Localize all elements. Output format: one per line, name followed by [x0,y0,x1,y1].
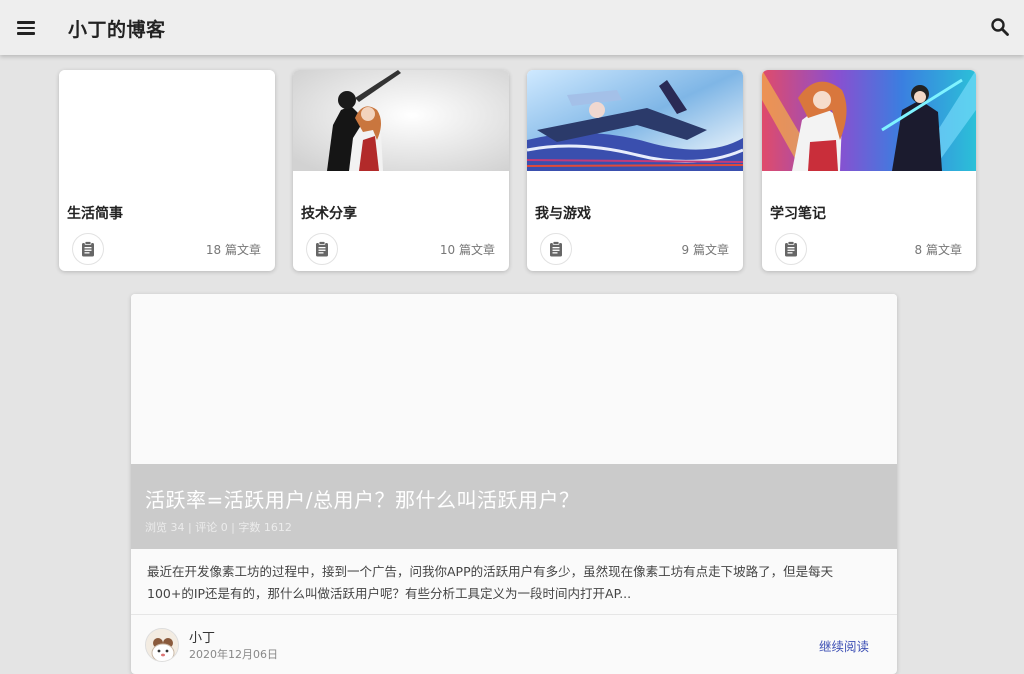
category-count: 9 篇文章 [681,243,729,257]
category-count: 10 篇文章 [439,243,495,257]
category-cover-image [527,70,743,171]
category-name: 学习笔记 [770,206,826,222]
divider [131,614,897,615]
menu-icon[interactable] [17,17,39,39]
category-card-games[interactable]: 我与游戏 9 篇文章 [527,70,743,271]
category-card-tech[interactable]: 技术分享 10 篇文章 [293,70,509,271]
category-name: 我与游戏 [535,206,591,222]
category-card-life[interactable]: 生活简事 18 篇文章 [59,70,275,271]
category-count: 8 篇文章 [914,243,962,257]
category-cover-image [293,70,509,171]
category-card-notes[interactable]: 学习笔记 8 篇文章 [762,70,976,271]
read-more-link[interactable]: 继续阅读 [819,636,869,655]
category-cover-image [762,70,976,171]
post-date: 2020年12月06日 [189,648,278,661]
search-icon[interactable] [988,15,1012,39]
clipboard-icon [306,233,338,265]
author-name: 小丁 [189,631,216,646]
avatar[interactable] [145,628,179,662]
post-title[interactable]: 活跃率=活跃用户/总用户？那什么叫活跃用户？ [145,484,580,513]
clipboard-icon [72,233,104,265]
post-header[interactable]: 活跃率=活跃用户/总用户？那什么叫活跃用户？ 浏览 34 | 评论 0 | 字数… [131,464,897,549]
clipboard-icon [775,233,807,265]
post-excerpt: 最近在开发像素工坊的过程中，接到一个广告，问我你APP的活跃用户有多少，虽然现在… [147,564,834,601]
category-name: 技术分享 [301,206,357,222]
category-count: 18 篇文章 [205,243,261,257]
post-meta: 浏览 34 | 评论 0 | 字数 1612 [145,521,292,534]
category-name: 生活简事 [67,206,123,222]
post-cover-image [131,294,897,464]
post-card: 活跃率=活跃用户/总用户？那什么叫活跃用户？ 浏览 34 | 评论 0 | 字数… [131,294,897,674]
category-cover-image [59,70,275,171]
clipboard-icon [540,233,572,265]
app-bar: 小丁的博客 [0,0,1024,55]
app-title: 小丁的博客 [68,19,166,41]
